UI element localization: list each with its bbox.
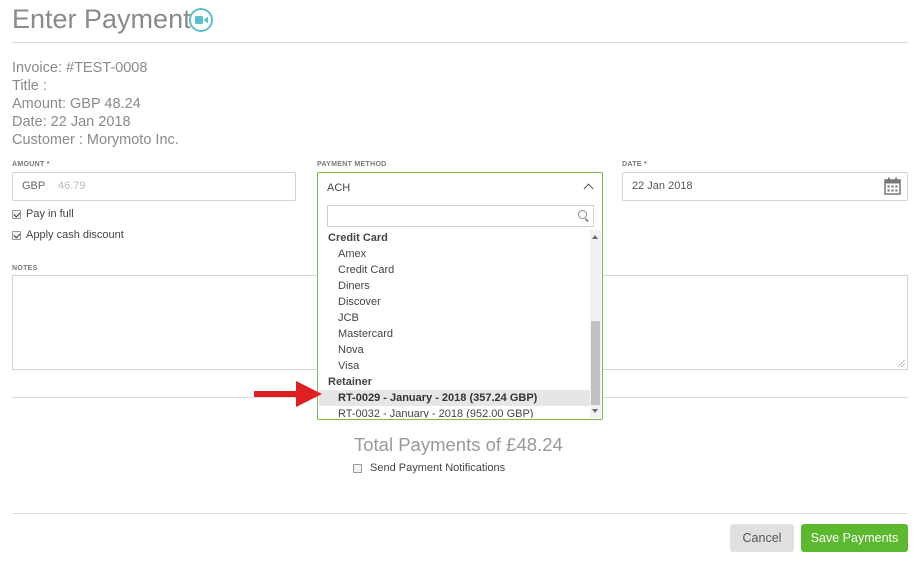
payment-method-select[interactable]: ACH Credit Card Amex Credit Card Diners Disc… <box>317 172 603 420</box>
amount-currency: GBP <box>22 180 46 192</box>
search-icon <box>578 210 587 219</box>
pay-in-full-label: Pay in full <box>26 208 74 220</box>
checkbox-checked-icon[interactable] <box>12 209 21 219</box>
dropdown-option[interactable]: JCB <box>319 310 591 326</box>
notes-label: NOTES <box>12 265 38 272</box>
dropdown-search-input[interactable] <box>327 205 594 227</box>
resize-grip-icon[interactable] <box>898 360 905 367</box>
cancel-button[interactable]: Cancel <box>730 524 794 552</box>
chevron-up-icon[interactable] <box>583 183 594 194</box>
dropdown-option[interactable]: RT-0029 - January - 2018 (357.24 GBP) <box>319 390 591 406</box>
dropdown-option[interactable]: Nova <box>319 342 591 358</box>
invoice-customer: Customer : Morymoto Inc. <box>12 132 179 148</box>
apply-cash-discount-label: Apply cash discount <box>26 229 124 241</box>
dropdown-option[interactable]: Credit Card <box>319 262 591 278</box>
dropdown-option[interactable]: Amex <box>319 246 591 262</box>
scroll-down-arrow-icon[interactable] <box>592 409 598 413</box>
payment-method-value: ACH <box>327 182 351 194</box>
amount-label: AMOUNT * <box>12 161 50 168</box>
date-label: DATE * <box>622 161 648 168</box>
payment-method-label: PAYMENT METHOD <box>317 161 387 168</box>
dropdown-option[interactable]: Visa <box>319 358 591 374</box>
dropdown-option[interactable]: Diners <box>319 278 591 294</box>
invoice-summary: Invoice: #TEST-0008 Title : Amount: GBP … <box>12 59 179 149</box>
footer-divider <box>12 513 908 514</box>
invoice-amount: Amount: GBP 48.24 <box>12 96 141 112</box>
amount-input[interactable]: GBP 46.79 <box>12 172 296 201</box>
dropdown-option[interactable]: Discover <box>319 294 591 310</box>
save-payments-button[interactable]: Save Payments <box>801 524 908 552</box>
dropdown-options-list: Credit Card Amex Credit Card Diners Discover… <box>319 230 591 418</box>
dropdown-group-header: Retainer <box>328 376 373 388</box>
dropdown-group-header: Credit Card <box>328 232 388 244</box>
dropdown-option[interactable]: Mastercard <box>319 326 591 342</box>
invoice-date: Date: 22 Jan 2018 <box>12 114 131 130</box>
pay-in-full-checkbox[interactable]: Pay in full <box>12 208 74 220</box>
invoice-number: Invoice: #TEST-0008 <box>12 60 148 76</box>
checkbox-unchecked-icon[interactable] <box>353 463 362 473</box>
header-divider <box>12 42 908 43</box>
video-camera-icon[interactable] <box>189 8 213 32</box>
date-value: 22 Jan 2018 <box>632 180 693 192</box>
amount-placeholder: 46.79 <box>58 180 86 192</box>
page-title: Enter Payment <box>12 4 191 34</box>
dropdown-option[interactable]: RT-0032 - January - 2018 (952.00 GBP) <box>319 406 591 418</box>
checkbox-checked-icon[interactable] <box>12 230 21 240</box>
scrollbar-thumb[interactable] <box>591 321 600 405</box>
date-input[interactable]: 22 Jan 2018 <box>622 172 908 201</box>
red-arrow-annotation-icon <box>254 381 322 407</box>
total-payments: Total Payments of £48.24 <box>354 434 563 455</box>
invoice-title: Title : <box>12 78 47 94</box>
send-notifications-checkbox[interactable]: Send Payment Notifications <box>353 462 505 474</box>
scroll-up-arrow-icon[interactable] <box>592 235 598 239</box>
apply-cash-discount-checkbox[interactable]: Apply cash discount <box>12 229 124 241</box>
send-notifications-label: Send Payment Notifications <box>370 462 506 474</box>
calendar-icon[interactable] <box>884 177 901 195</box>
dropdown-scrollbar[interactable] <box>590 230 601 418</box>
